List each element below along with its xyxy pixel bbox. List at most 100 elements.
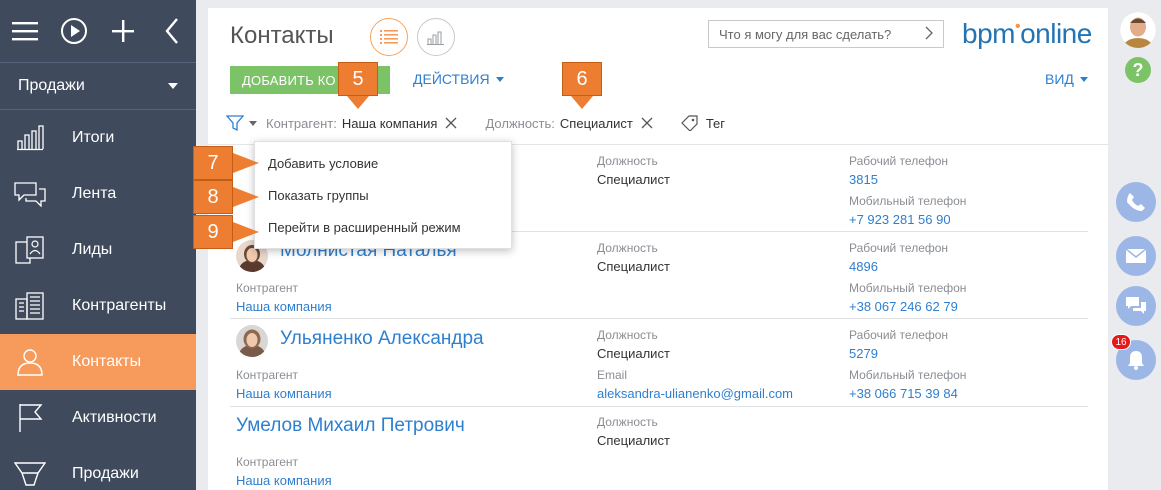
menu-button[interactable] <box>0 0 49 62</box>
chat-icon <box>1126 297 1146 314</box>
filter-label: Должность: <box>485 115 555 131</box>
caret-down-icon <box>495 76 504 82</box>
list-view-button[interactable] <box>370 18 408 56</box>
account-link[interactable]: Наша компания <box>236 386 332 401</box>
filter-bar: Контрагент: Наша компания Должность: Спе… <box>226 113 725 133</box>
command-line-input[interactable]: Что я могу для вас сделать? <box>708 20 944 48</box>
position-label: Должность <box>597 241 658 255</box>
row-divider <box>230 406 1088 407</box>
menu-item-add-condition[interactable]: Добавить условие <box>268 156 378 171</box>
mobile-phone-label: Мобильный телефон <box>849 194 967 208</box>
view-menu-button[interactable]: ВИД <box>1045 71 1088 87</box>
command-placeholder: Что я могу для вас сделать? <box>719 26 892 42</box>
callout-9: 9 <box>193 215 233 249</box>
user-avatar[interactable] <box>1120 12 1156 48</box>
workplace-selector[interactable]: Продажи <box>0 62 196 110</box>
work-phone-label: Рабочий телефон <box>849 241 949 255</box>
collapse-button[interactable] <box>147 0 196 62</box>
contact-name-link[interactable]: Ульяненко Александра <box>280 328 484 350</box>
envelope-icon <box>1125 248 1147 263</box>
email-label: Email <box>597 368 628 382</box>
sidebar-item-activities[interactable]: Активности <box>0 390 196 446</box>
logo-dot: • <box>1014 18 1021 35</box>
position-value: Специалист <box>597 433 670 448</box>
mobile-phone-link[interactable]: +38 067 246 62 79 <box>849 299 958 314</box>
filter-value[interactable]: Наша компания <box>342 116 438 131</box>
filter-icon <box>226 115 244 132</box>
feed-chat-icon <box>2 181 58 207</box>
callout-arrow <box>233 153 259 173</box>
actions-menu-button[interactable]: ДЕЙСТВИЯ <box>413 71 504 87</box>
sidebar-item-accounts[interactable]: Контрагенты <box>0 278 196 334</box>
position-label: Должность <box>597 328 658 342</box>
chevron-right-icon <box>925 26 933 43</box>
filter-label: Контрагент: <box>266 115 337 131</box>
bell-icon <box>1128 351 1144 370</box>
position-value: Специалист <box>597 172 670 187</box>
position-label: Должность <box>597 415 658 429</box>
close-icon[interactable] <box>641 117 653 129</box>
contact-name-link[interactable]: Умелов Михаил Петрович <box>236 415 465 437</box>
filter-position: Должность: Специалист <box>485 116 680 131</box>
add-button[interactable] <box>98 0 147 62</box>
sidebar-item-leads[interactable]: Лиды <box>0 222 196 278</box>
callout-8: 8 <box>193 180 233 214</box>
help-icon[interactable]: ? <box>1125 57 1151 83</box>
sidebar-item-contacts[interactable]: Контакты <box>0 334 196 390</box>
page-title: Контакты <box>230 22 334 49</box>
menu-item-advanced-mode[interactable]: Перейти в расширенный режим <box>268 220 461 235</box>
callout-arrow <box>347 96 369 109</box>
person-icon <box>2 348 58 376</box>
tag-icon <box>680 115 698 131</box>
work-phone-label: Рабочий телефон <box>849 328 949 342</box>
row-divider <box>230 318 1088 319</box>
account-link[interactable]: Наша компания <box>236 473 332 488</box>
list-icon <box>380 30 398 44</box>
caret-down-icon <box>249 120 257 126</box>
menu-item-show-groups[interactable]: Показать группы <box>268 188 369 203</box>
building-icon <box>2 292 58 320</box>
sidebar-item-label: Активности <box>72 409 157 426</box>
mobile-phone-link[interactable]: +38 066 715 39 84 <box>849 386 958 401</box>
close-icon[interactable] <box>445 117 457 129</box>
sidebar-item-label: Контрагенты <box>72 297 167 314</box>
flag-icon <box>2 403 58 433</box>
tag-label: Тег <box>705 115 725 131</box>
phone-button[interactable] <box>1116 182 1156 222</box>
filter-dropdown-menu: Добавить условие Показать группы Перейти… <box>254 141 512 249</box>
callout-7: 7 <box>193 146 233 180</box>
sidebar-item-opportunities[interactable]: Продажи <box>0 446 196 490</box>
mobile-phone-link[interactable]: +7 923 281 56 90 <box>849 212 951 227</box>
email-button[interactable] <box>1116 236 1156 276</box>
play-icon <box>60 18 87 44</box>
sidebar-topbar <box>0 0 196 62</box>
filter-menu-button[interactable] <box>226 114 257 132</box>
chart-bars-icon <box>2 125 58 151</box>
plus-icon <box>111 20 134 42</box>
sidebar-item-feed[interactable]: Лента <box>0 166 196 222</box>
tag-filter-button[interactable]: Тег <box>680 115 725 131</box>
account-link[interactable]: Наша компания <box>236 299 332 314</box>
work-phone-link[interactable]: 3815 <box>849 172 878 187</box>
chat-button[interactable] <box>1116 286 1156 326</box>
filter-account: Контрагент: Наша компания <box>266 116 485 131</box>
bpmonline-logo: bpm•online <box>962 18 1092 50</box>
processes-button[interactable] <box>49 0 98 62</box>
caret-down-icon <box>168 83 178 89</box>
avatar <box>236 325 268 357</box>
logo-suffix: online <box>1020 18 1092 49</box>
email-link[interactable]: aleksandra-ulianenko@gmail.com <box>597 386 793 401</box>
add-button-label: ДОБАВИТЬ КО <box>242 72 336 88</box>
position-value: Специалист <box>597 259 670 274</box>
filter-value[interactable]: Специалист <box>560 116 633 131</box>
callout-5: 5 <box>338 62 378 96</box>
account-label: Контрагент <box>236 368 299 382</box>
work-phone-link[interactable]: 5279 <box>849 346 878 361</box>
sidebar-item-dashboards[interactable]: Итоги <box>0 110 196 166</box>
callout-arrow <box>571 96 593 109</box>
account-label: Контрагент <box>236 455 299 469</box>
callout-arrow <box>233 187 259 207</box>
analytics-view-button[interactable] <box>417 18 455 56</box>
work-phone-link[interactable]: 4896 <box>849 259 878 274</box>
sidebar-item-label: Итоги <box>72 129 115 146</box>
